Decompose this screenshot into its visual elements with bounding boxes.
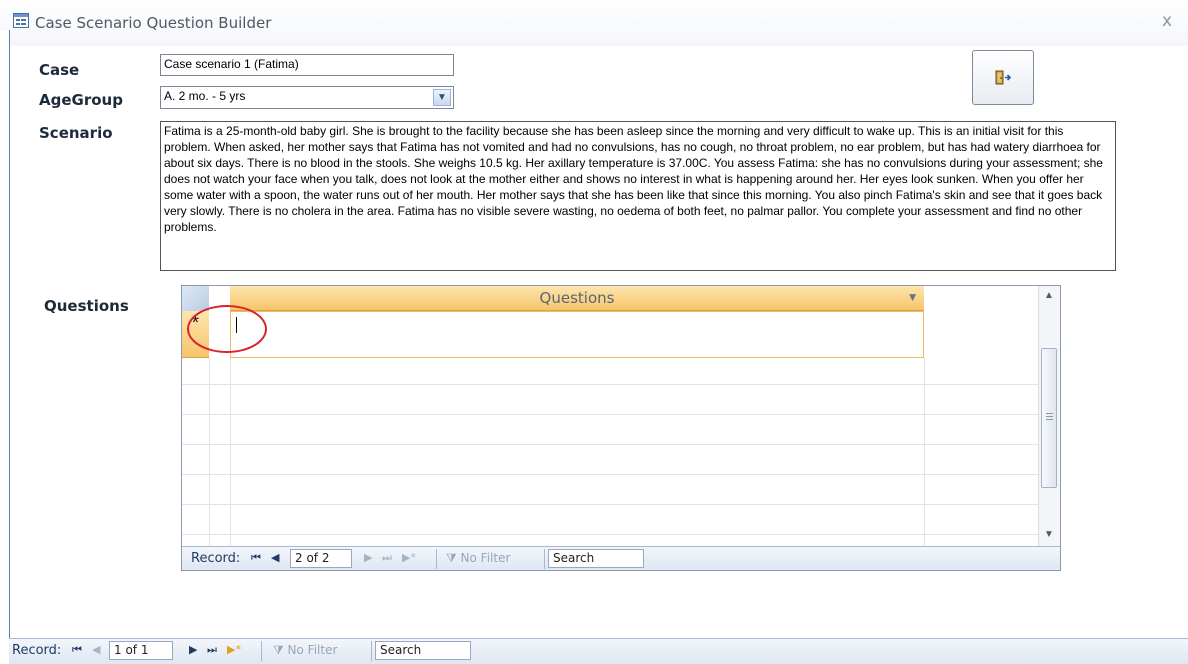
title-bar: Case Scenario Question Builder x <box>0 0 1188 46</box>
scenario-label: Scenario <box>39 124 113 142</box>
subform-record-label: Record: <box>191 551 241 566</box>
access-form-window: Case Scenario Question Builder x Case Ca… <box>0 0 1188 664</box>
agegroup-label: AgeGroup <box>39 91 123 109</box>
main-search-box[interactable]: Search <box>375 641 471 660</box>
questions-subform: Questions ▼ * ▲ ▼ Record: ⏮ ◀ 2 of 2 ▶ ⏭… <box>181 285 1061 571</box>
agegroup-combo[interactable]: A. 2 mo. - 5 yrs ▼ <box>160 86 454 109</box>
scroll-up-icon[interactable]: ▲ <box>1044 290 1054 301</box>
first-record-icon[interactable]: ⏮ <box>251 551 261 565</box>
next-record-icon[interactable]: ▶ <box>189 643 197 656</box>
new-record-icon[interactable]: ▶* <box>402 551 416 564</box>
text-cursor <box>236 317 237 333</box>
window-left-border <box>0 30 10 638</box>
subform-filter-indicator[interactable]: ⧩ No Filter <box>446 551 510 566</box>
agegroup-value: A. 2 mo. - 5 yrs <box>164 89 246 103</box>
filter-icon: ⧩ <box>273 643 284 657</box>
form-icon <box>13 13 29 28</box>
new-record-icon[interactable]: ▶* <box>227 643 241 656</box>
close-icon[interactable]: x <box>1162 11 1172 31</box>
subform-search-box[interactable]: Search <box>548 549 644 568</box>
subform-current-record[interactable]: 2 of 2 <box>290 549 352 568</box>
questions-label: Questions <box>44 297 129 315</box>
exit-door-icon <box>995 70 1012 84</box>
main-record-label: Record: <box>12 643 62 658</box>
window-title: Case Scenario Question Builder <box>35 14 272 32</box>
subform-record-navigator: Record: ⏮ ◀ 2 of 2 ▶ ⏭ ▶* ⧩ No Filter Se… <box>182 546 1060 570</box>
chevron-down-icon[interactable]: ▼ <box>433 89 451 106</box>
last-record-icon[interactable]: ⏭ <box>382 551 392 565</box>
previous-record-icon[interactable]: ◀ <box>271 551 279 564</box>
next-record-icon[interactable]: ▶ <box>364 551 372 564</box>
scenario-textbox[interactable]: Fatima is a 25-month-old baby girl. She … <box>160 121 1116 271</box>
subform-vertical-scrollbar[interactable]: ▲ ▼ <box>1038 286 1060 546</box>
new-record-selector[interactable]: * <box>182 311 209 358</box>
exit-button[interactable] <box>972 50 1034 105</box>
last-record-icon[interactable]: ⏭ <box>207 643 217 657</box>
main-filter-indicator[interactable]: ⧩ No Filter <box>273 643 337 658</box>
scroll-down-icon[interactable]: ▼ <box>1044 529 1054 540</box>
first-record-icon[interactable]: ⏮ <box>72 643 82 657</box>
case-label: Case <box>39 61 80 79</box>
filter-icon: ⧩ <box>446 551 457 565</box>
case-field[interactable]: Case scenario 1 (Fatima) <box>160 54 454 76</box>
scroll-thumb[interactable] <box>1041 348 1057 488</box>
new-question-cell[interactable] <box>230 311 924 358</box>
select-all-corner[interactable] <box>182 286 209 311</box>
main-current-record[interactable]: 1 of 1 <box>109 641 173 660</box>
previous-record-icon[interactable]: ◀ <box>92 643 100 656</box>
column-dropdown-icon[interactable]: ▼ <box>909 286 916 310</box>
main-record-navigator: Record: ⏮ ◀ 1 of 1 ▶ ⏭ ▶* ⧩ No Filter Se… <box>9 638 1188 664</box>
grip-icon <box>1046 413 1053 414</box>
empty-grid <box>182 358 1038 546</box>
questions-column-header[interactable]: Questions ▼ <box>230 286 924 311</box>
